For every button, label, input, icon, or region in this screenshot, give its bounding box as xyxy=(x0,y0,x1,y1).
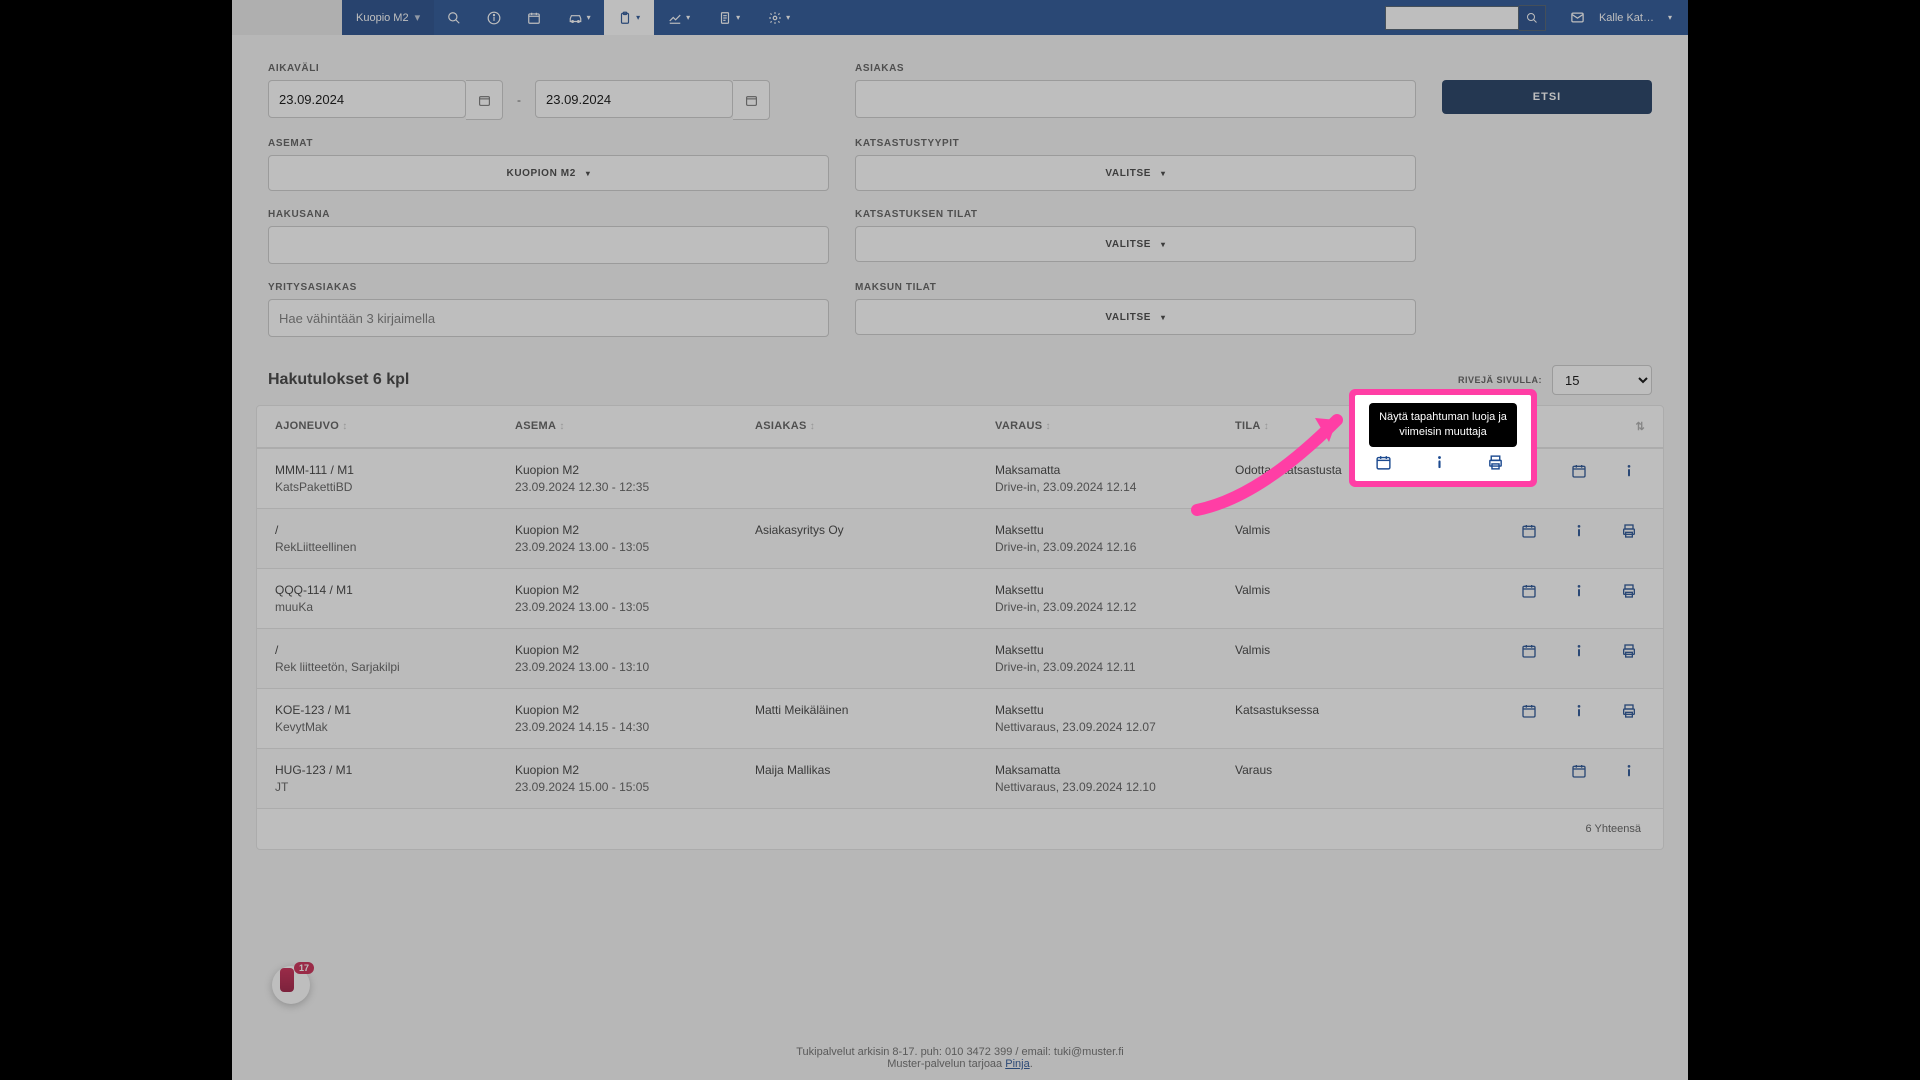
tooltip-highlight-box: Näytä tapahtuman luoja ja viimeisin muut… xyxy=(1355,395,1531,481)
print-icon[interactable] xyxy=(1487,454,1504,471)
tooltip: Näytä tapahtuman luoja ja viimeisin muut… xyxy=(1369,403,1517,447)
info-icon[interactable] xyxy=(1431,454,1448,471)
calendar-icon[interactable] xyxy=(1375,454,1392,471)
dim-overlay xyxy=(232,0,1688,1080)
